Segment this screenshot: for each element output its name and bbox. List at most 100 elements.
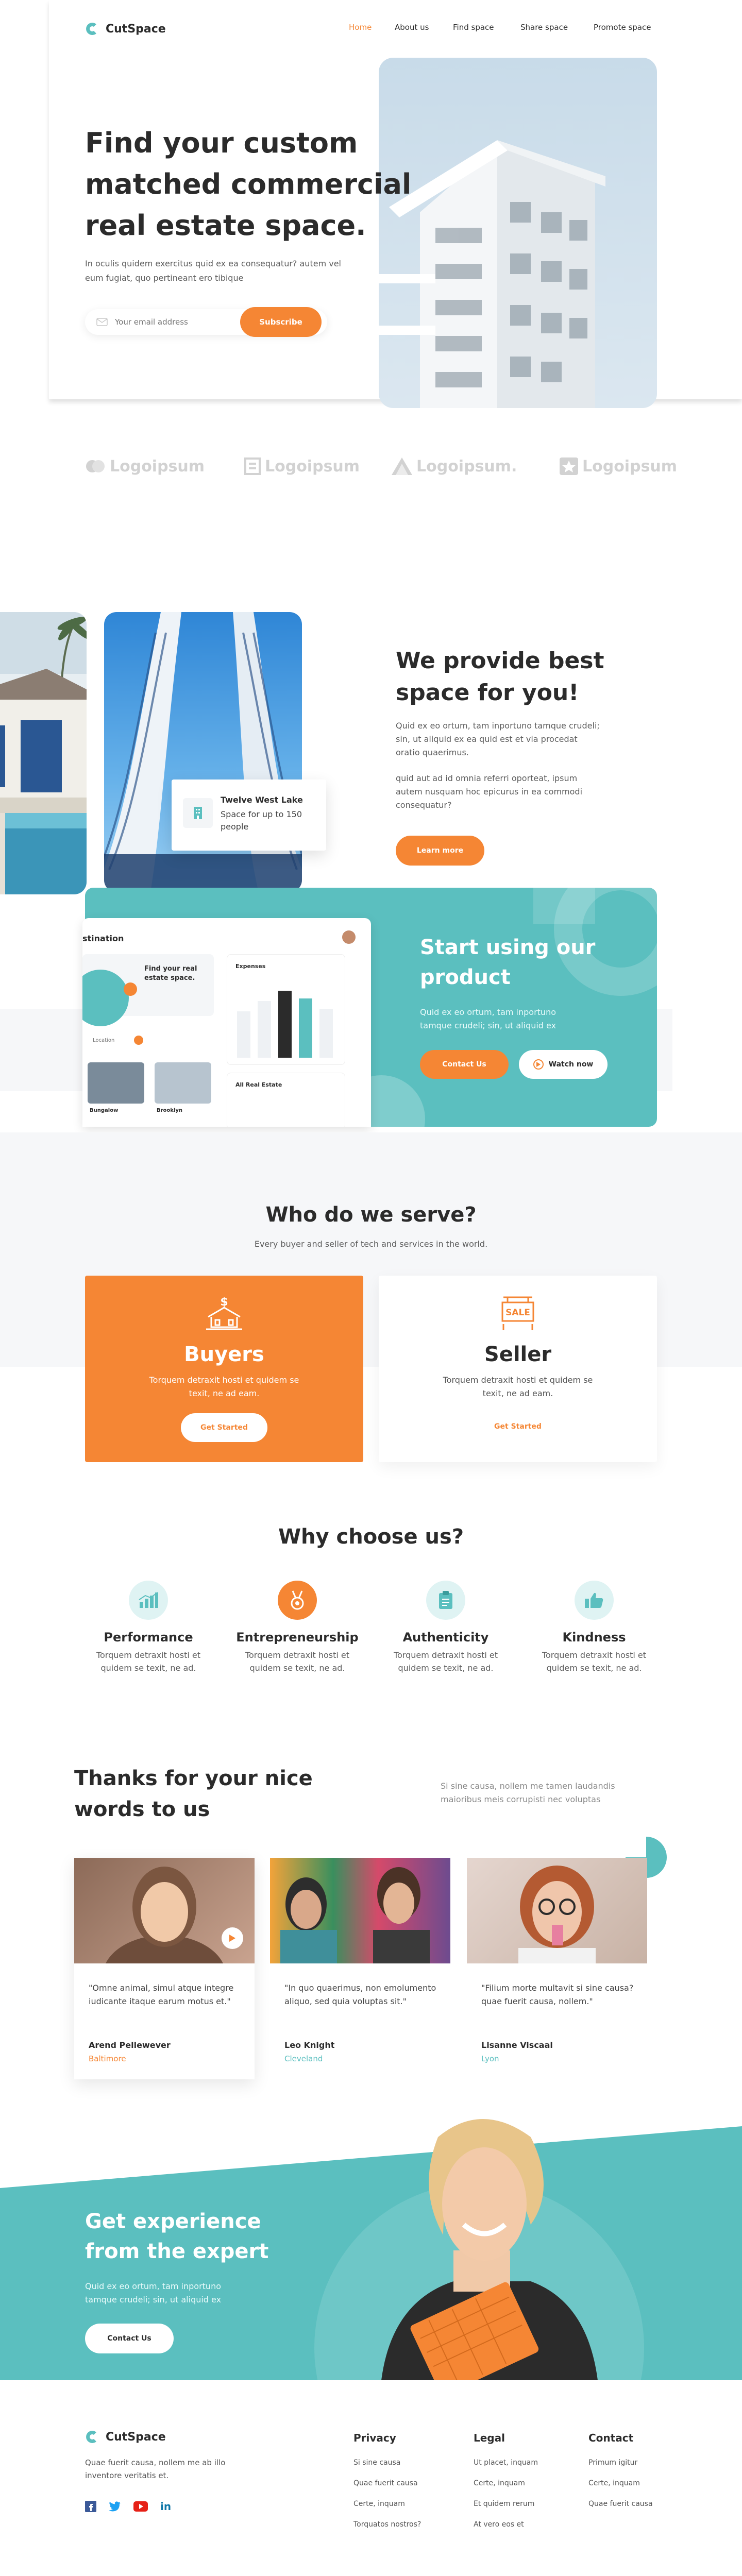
- testimonial-city-2: Cleveland: [284, 2054, 323, 2063]
- footer-brand-name: CutSpace: [106, 2430, 166, 2444]
- testimonial-name-1: Arend Pellewever: [89, 2040, 171, 2050]
- feature-authenticity: Authenticity Torquem detraxit hosti et q…: [381, 1581, 510, 1674]
- testimonial-name-2: Leo Knight: [284, 2040, 335, 2050]
- sale-sign-icon: SALE: [501, 1296, 534, 1330]
- performance-icon: [129, 1581, 168, 1620]
- entrepreneurship-text: Torquem detraxit hosti et quidem se texi…: [245, 1650, 350, 1673]
- buyers-get-started-button[interactable]: Get Started: [181, 1413, 267, 1442]
- footer-legal-title: Legal: [474, 2432, 505, 2444]
- authenticity-text: Torquem detraxit hosti et quidem se texi…: [393, 1650, 498, 1673]
- footer-privacy-link-2[interactable]: Quae fuerit causa: [353, 2479, 418, 2487]
- footer-privacy-title: Privacy: [353, 2432, 396, 2444]
- expert-text: Quid ex eo ortum, tam inportuno tamque c…: [85, 2281, 222, 2304]
- watch-now-label: Watch now: [548, 1060, 594, 1069]
- testimonial-photo-2: [270, 1858, 450, 1963]
- footer-privacy-link-3[interactable]: Certe, inquam: [353, 2500, 405, 2508]
- svg-text:$: $: [220, 1296, 228, 1309]
- footer-legal-link-3[interactable]: Et quidem rerum: [474, 2500, 534, 2508]
- mock-avatar: [342, 930, 356, 944]
- mock-header: stination: [82, 934, 124, 943]
- buyers-title: Buyers: [184, 1343, 264, 1366]
- pool-image: [0, 612, 87, 894]
- testimonial-card-2: "In quo quaerimus, non emolumento aliquo…: [270, 1858, 450, 2079]
- property-card-icon-box: [183, 798, 213, 828]
- kindness-title: Kindness: [562, 1630, 626, 1645]
- facebook-icon[interactable]: [85, 2501, 96, 2512]
- mock-all-real-estate: All Real Estate: [235, 1081, 282, 1088]
- learn-more-button[interactable]: Learn more: [396, 836, 484, 866]
- clipboard-icon: [426, 1581, 465, 1620]
- product-text: Quid ex eo ortum, tam inportuno tamque c…: [420, 1007, 556, 1030]
- play-icon: [533, 1059, 544, 1070]
- testimonial-city-3: Lyon: [481, 2054, 499, 2063]
- feature-kindness: Kindness Torquem detraxit hosti et quide…: [530, 1581, 659, 1674]
- mock-expenses-label: Expenses: [235, 963, 266, 970]
- footer-contact-title: Contact: [588, 2432, 634, 2444]
- why-title: Why choose us?: [278, 1525, 464, 1549]
- seller-card[interactable]: SALE Seller Torquem detraxit hosti et qu…: [379, 1276, 657, 1462]
- footer-contact-link-1[interactable]: Primum igitur: [588, 2459, 637, 2467]
- mock-find-title: Find your real estate space.: [144, 965, 197, 982]
- seller-get-started-link[interactable]: Get Started: [379, 1422, 657, 1431]
- footer-privacy-link-1[interactable]: Si sine causa: [353, 2459, 400, 2467]
- expert-title: Get experience from the expert: [85, 2210, 269, 2263]
- mock-house-1: [88, 1062, 144, 1104]
- testimonial-photo-3: [467, 1858, 647, 1963]
- serve-title: Who do we serve?: [265, 1203, 477, 1227]
- footer-legal-link-1[interactable]: Ut placet, inquam: [474, 2459, 538, 2467]
- email-input[interactable]: [115, 317, 228, 327]
- seller-text: Torquem detraxit hosti et quidem se texi…: [443, 1375, 593, 1398]
- twitter-icon[interactable]: [109, 2501, 121, 2512]
- footer-privacy-link-4[interactable]: Torquatos nostros?: [353, 2520, 421, 2529]
- youtube-icon[interactable]: [133, 2501, 148, 2512]
- feature-entrepreneurship: Entrepreneurship Torquem detraxit hosti …: [233, 1581, 362, 1674]
- partner-logo-1: Logoipsum: [110, 457, 205, 476]
- provide-paragraph-2: quid aut ad id omnia referri oporteat, i…: [396, 773, 583, 810]
- mock-all-real-estate-card: All Real Estate: [227, 1073, 345, 1127]
- hero-building-image: [379, 58, 657, 408]
- authenticity-title: Authenticity: [402, 1630, 489, 1645]
- provide-paragraph-1: Quid ex eo ortum, tam inportuno tamque c…: [396, 721, 600, 757]
- mock-bar-graphic: [237, 991, 333, 1058]
- money-house-icon: $: [206, 1296, 242, 1330]
- social-row: in: [85, 2500, 171, 2513]
- property-card-text: Space for up to 150 people: [221, 809, 302, 832]
- mock-orange-dot: [124, 982, 137, 996]
- footer-legal-link-4[interactable]: At vero eos et: [474, 2520, 524, 2529]
- mock-expenses-card: Expenses: [227, 954, 345, 1065]
- watch-now-button[interactable]: Watch now: [519, 1050, 608, 1079]
- partner-logo-1-icon: [86, 460, 105, 472]
- play-video-button[interactable]: [222, 1927, 243, 1949]
- footer-contact-link-3[interactable]: Quae fuerit causa: [588, 2500, 653, 2508]
- expert-contact-button[interactable]: Contact Us: [85, 2324, 174, 2353]
- provide-title: We provide best space for you!: [396, 648, 604, 706]
- sale-sign-text: SALE: [505, 1308, 530, 1318]
- footer-legal-link-2[interactable]: Certe, inquam: [474, 2479, 525, 2487]
- buyers-card[interactable]: $ Buyers Torquem detraxit hosti et quide…: [85, 1276, 363, 1462]
- dashboard-mockup: stination Find your real estate space. E…: [82, 918, 371, 1127]
- testimonial-quote-1: "Omne animal, simul atque integre iudica…: [89, 1983, 234, 2006]
- performance-title: Performance: [104, 1630, 193, 1645]
- testimonial-card-3: "Filium morte multavit si sine causa? qu…: [467, 1858, 647, 2079]
- linkedin-icon[interactable]: in: [160, 2500, 171, 2513]
- testimonial-photo-1: [74, 1858, 255, 1963]
- mock-find-card: Find your real estate space.: [82, 954, 214, 1026]
- partner-logo-4: Logoipsum: [582, 457, 678, 476]
- testimonial-quote-2: "In quo quaerimus, non emolumento aliquo…: [284, 1983, 436, 2006]
- mock-house-2-label: Brooklyn: [157, 1108, 183, 1113]
- property-card[interactable]: Twelve West Lake Space for up to 150 peo…: [172, 779, 326, 851]
- subscribe-button[interactable]: Subscribe: [240, 307, 322, 337]
- buyers-text: Torquem detraxit hosti et quidem se texi…: [149, 1375, 299, 1398]
- product-title: Start using our product: [420, 936, 596, 989]
- footer-contact-link-2[interactable]: Certe, inquam: [588, 2479, 640, 2487]
- testimonial-name-3: Lisanne Viscaal: [481, 2040, 553, 2050]
- entrepreneurship-title: Entrepreneurship: [236, 1630, 359, 1645]
- expert-woman-photo: [381, 2119, 598, 2380]
- testimonial-quote-3: "Filium morte multavit si sine causa? qu…: [481, 1983, 634, 2006]
- performance-text: Torquem detraxit hosti et quidem se texi…: [96, 1650, 201, 1673]
- hero-text: In oculis quidem exercitus quid ex ea co…: [85, 259, 341, 283]
- testimonial-card-1: "Omne animal, simul atque integre iudica…: [74, 1858, 255, 2079]
- mock-location-dot: [134, 1036, 143, 1045]
- footer-logo[interactable]: CutSpace: [85, 2428, 166, 2446]
- product-contact-button[interactable]: Contact Us: [420, 1050, 509, 1079]
